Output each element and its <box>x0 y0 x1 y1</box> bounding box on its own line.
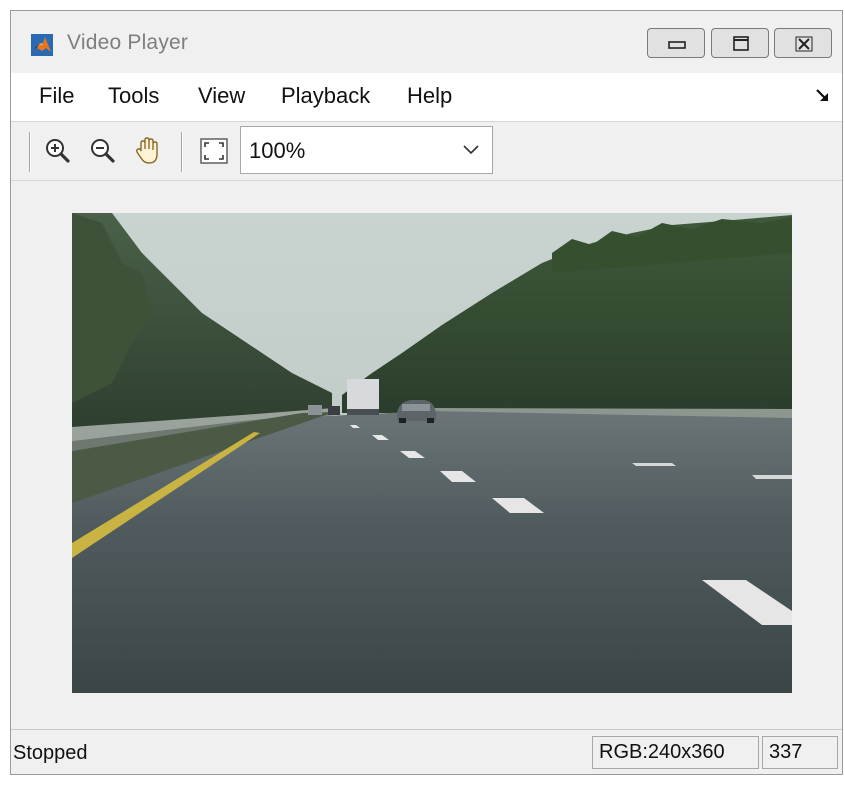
frame-number: 337 <box>762 736 838 769</box>
dock-arrow-icon[interactable] <box>814 87 832 105</box>
playback-status: Stopped <box>13 742 88 764</box>
menu-tools[interactable]: Tools <box>108 83 159 109</box>
video-player-window: Video Player File Tools View Playback He… <box>10 10 843 775</box>
title-bar[interactable]: Video Player <box>11 11 842 73</box>
zoom-out-icon[interactable] <box>88 136 118 166</box>
maximize-button[interactable] <box>711 28 769 58</box>
fit-to-window-icon[interactable] <box>199 136 229 166</box>
chevron-down-icon <box>463 145 479 155</box>
video-frame <box>72 213 792 693</box>
status-bar: Stopped RGB:240x360 337 <box>11 729 842 774</box>
matlab-logo-icon <box>31 34 53 56</box>
close-icon <box>795 36 813 52</box>
minimize-icon <box>668 41 686 49</box>
pan-hand-icon[interactable] <box>133 136 163 166</box>
maximize-icon <box>733 36 749 51</box>
video-display-area <box>11 181 842 729</box>
menu-help[interactable]: Help <box>407 83 452 109</box>
toolbar: 100% <box>11 121 842 181</box>
video-format-info: RGB:240x360 <box>592 736 759 769</box>
minimize-button[interactable] <box>647 28 705 58</box>
menu-view[interactable]: View <box>198 83 245 109</box>
close-button[interactable] <box>774 28 832 58</box>
toolbar-separator <box>181 132 183 172</box>
menu-bar: File Tools View Playback Help <box>11 73 842 121</box>
menu-file[interactable]: File <box>39 83 74 109</box>
zoom-level-select[interactable]: 100% <box>240 126 493 174</box>
window-title: Video Player <box>67 31 189 54</box>
zoom-in-icon[interactable] <box>43 136 73 166</box>
menu-playback[interactable]: Playback <box>281 83 370 109</box>
toolbar-separator <box>29 132 31 172</box>
zoom-level-value: 100% <box>249 138 306 163</box>
